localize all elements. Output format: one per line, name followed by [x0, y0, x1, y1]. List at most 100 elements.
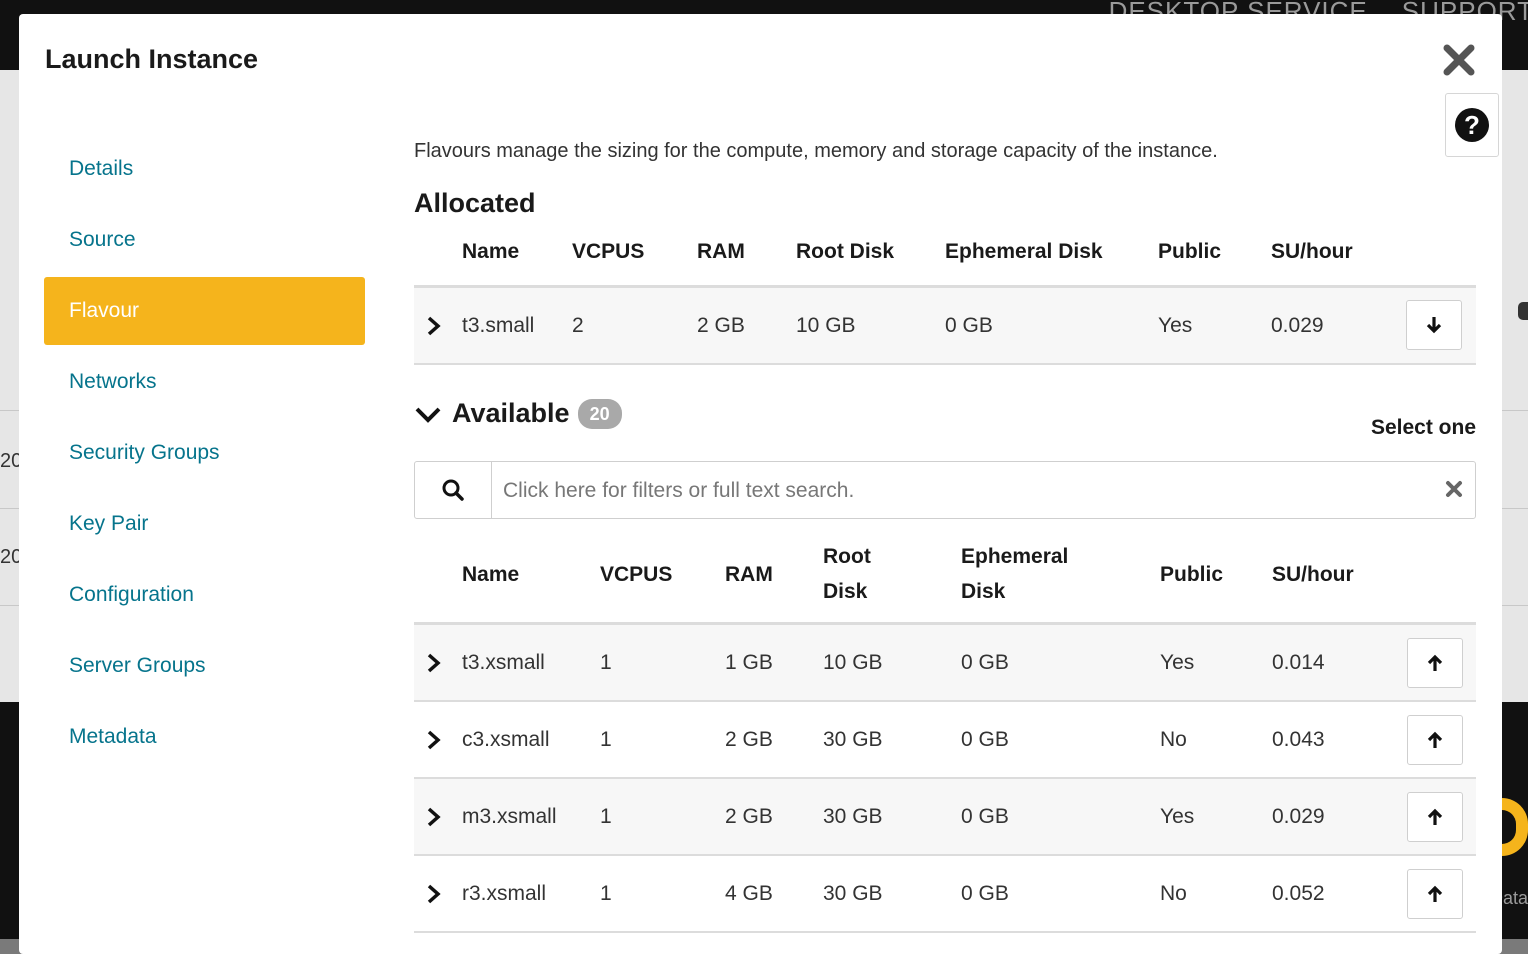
cell-ram: 2 GB	[697, 313, 745, 337]
cell-vcpus: 1	[600, 804, 612, 828]
sidebar-item-flavour[interactable]: Flavour	[44, 277, 365, 345]
close-icon[interactable]	[1441, 42, 1477, 78]
cell-vcpus: 1	[600, 727, 612, 751]
sidebar-item-metadata[interactable]: Metadata	[44, 703, 365, 771]
col-vcpus[interactable]: VCPUS	[600, 563, 672, 587]
cell-su-hour: 0.052	[1272, 881, 1325, 905]
expand-row-chevron-right-icon[interactable]	[426, 625, 442, 700]
allocated-title: Allocated	[414, 188, 536, 218]
cell-public: Yes	[1160, 650, 1195, 674]
select-one-label: Select one	[1370, 416, 1476, 439]
cell-root-disk: 10 GB	[823, 650, 883, 674]
allocate-button[interactable]	[1407, 638, 1463, 688]
search-input[interactable]	[501, 470, 1425, 512]
bg-row-number: 20	[0, 450, 20, 472]
arrow-up-icon	[1427, 654, 1443, 671]
col-vcpus[interactable]: VCPUS	[572, 240, 644, 264]
sidebar-item-security-groups[interactable]: Security Groups	[44, 419, 365, 487]
available-title: Available	[452, 398, 570, 428]
cell-ephemeral-disk: 0 GB	[961, 804, 1009, 828]
cell-su-hour: 0.029	[1272, 804, 1325, 828]
col-su-hour[interactable]: SU/hour	[1272, 563, 1354, 587]
cell-name: t3.small	[462, 313, 535, 337]
arrow-down-icon	[1426, 317, 1442, 334]
col-ephemeral-disk-line2[interactable]: Disk	[961, 580, 1005, 604]
cell-root-disk: 30 GB	[823, 881, 883, 905]
expand-row-chevron-right-icon[interactable]	[426, 288, 442, 363]
bg-user-icon	[1518, 302, 1528, 320]
cell-ephemeral-disk: 0 GB	[961, 881, 1009, 905]
cell-ram: 4 GB	[725, 881, 773, 905]
cell-public: No	[1160, 881, 1187, 905]
expand-row-chevron-right-icon[interactable]	[426, 702, 442, 777]
sidebar-item-details[interactable]: Details	[44, 135, 365, 203]
table-row: r3.xsmall 1 4 GB 30 GB 0 GB No 0.052	[414, 856, 1476, 933]
deallocate-button[interactable]	[1406, 300, 1462, 350]
search-icon[interactable]	[415, 462, 492, 518]
allocate-button[interactable]	[1407, 715, 1463, 765]
allocated-table-header: Name VCPUS RAM Root Disk Ephemeral Disk …	[414, 236, 1476, 288]
table-row: c3.xsmall 1 2 GB 30 GB 0 GB No 0.043	[414, 702, 1476, 779]
expand-row-chevron-right-icon[interactable]	[426, 779, 442, 854]
cell-ephemeral-disk: 0 GB	[945, 313, 993, 337]
table-row: t3.xsmall 1 1 GB 10 GB 0 GB Yes 0.014	[414, 625, 1476, 702]
col-ram[interactable]: RAM	[725, 563, 773, 587]
col-ephemeral-disk[interactable]: Ephemeral Disk	[945, 240, 1103, 264]
cell-public: Yes	[1158, 313, 1193, 337]
arrow-up-icon	[1427, 885, 1443, 902]
cell-su-hour: 0.029	[1271, 313, 1324, 337]
cell-su-hour: 0.014	[1272, 650, 1325, 674]
available-count-badge: 20	[577, 398, 622, 429]
arrow-up-icon	[1427, 731, 1443, 748]
sidebar-item-key-pair[interactable]: Key Pair	[44, 490, 365, 558]
cell-root-disk: 10 GB	[796, 313, 856, 337]
col-public[interactable]: Public	[1160, 563, 1223, 587]
col-name[interactable]: Name	[462, 240, 519, 264]
available-header: Available 20	[414, 398, 622, 429]
launch-instance-modal: Launch Instance ? Details Source Flavour…	[19, 14, 1502, 954]
cell-ram: 2 GB	[725, 727, 773, 751]
cell-name: m3.xsmall	[462, 804, 557, 828]
col-root-disk-line1[interactable]: Root	[823, 545, 871, 569]
cell-su-hour: 0.043	[1272, 727, 1325, 751]
cell-name: c3.xsmall	[462, 727, 550, 751]
col-public[interactable]: Public	[1158, 240, 1221, 264]
col-root-disk-line2[interactable]: Disk	[823, 580, 867, 604]
search-bar	[414, 461, 1476, 519]
cell-vcpus: 2	[572, 313, 584, 337]
cell-ram: 2 GB	[725, 804, 773, 828]
clear-search-icon[interactable]	[1445, 480, 1463, 498]
table-row: t3.small 2 2 GB 10 GB 0 GB Yes 0.029	[414, 288, 1476, 365]
cell-root-disk: 30 GB	[823, 804, 883, 828]
table-row: m3.xsmall 1 2 GB 30 GB 0 GB Yes 0.029	[414, 779, 1476, 856]
wizard-steps-sidebar: Details Source Flavour Networks Security…	[44, 135, 365, 774]
col-root-disk[interactable]: Root Disk	[796, 240, 894, 264]
cell-root-disk: 30 GB	[823, 727, 883, 751]
question-circle-icon: ?	[1455, 108, 1489, 142]
allocate-button[interactable]	[1407, 792, 1463, 842]
cell-ephemeral-disk: 0 GB	[961, 727, 1009, 751]
chevron-down-icon[interactable]	[414, 403, 442, 425]
allocate-button[interactable]	[1407, 869, 1463, 919]
col-name[interactable]: Name	[462, 563, 519, 587]
help-button[interactable]: ?	[1445, 93, 1499, 157]
sidebar-item-source[interactable]: Source	[44, 206, 365, 274]
cell-ephemeral-disk: 0 GB	[961, 650, 1009, 674]
expand-row-chevron-right-icon[interactable]	[426, 856, 442, 931]
cell-name: r3.xsmall	[462, 881, 547, 905]
cell-name: t3.xsmall	[462, 650, 545, 674]
sidebar-item-configuration[interactable]: Configuration	[44, 561, 365, 629]
col-ephemeral-disk-line1[interactable]: Ephemeral	[961, 545, 1068, 569]
col-ram[interactable]: RAM	[697, 240, 745, 264]
sidebar-item-server-groups[interactable]: Server Groups	[44, 632, 365, 700]
arrow-up-icon	[1427, 808, 1443, 825]
cell-vcpus: 1	[600, 881, 612, 905]
cell-public: No	[1160, 727, 1187, 751]
sidebar-item-networks[interactable]: Networks	[44, 348, 365, 416]
cell-ram: 1 GB	[725, 650, 773, 674]
cell-public: Yes	[1160, 804, 1195, 828]
modal-title: Launch Instance	[45, 44, 259, 74]
col-su-hour[interactable]: SU/hour	[1271, 240, 1353, 264]
cell-vcpus: 1	[600, 650, 612, 674]
bg-row-number: 20	[0, 546, 20, 568]
